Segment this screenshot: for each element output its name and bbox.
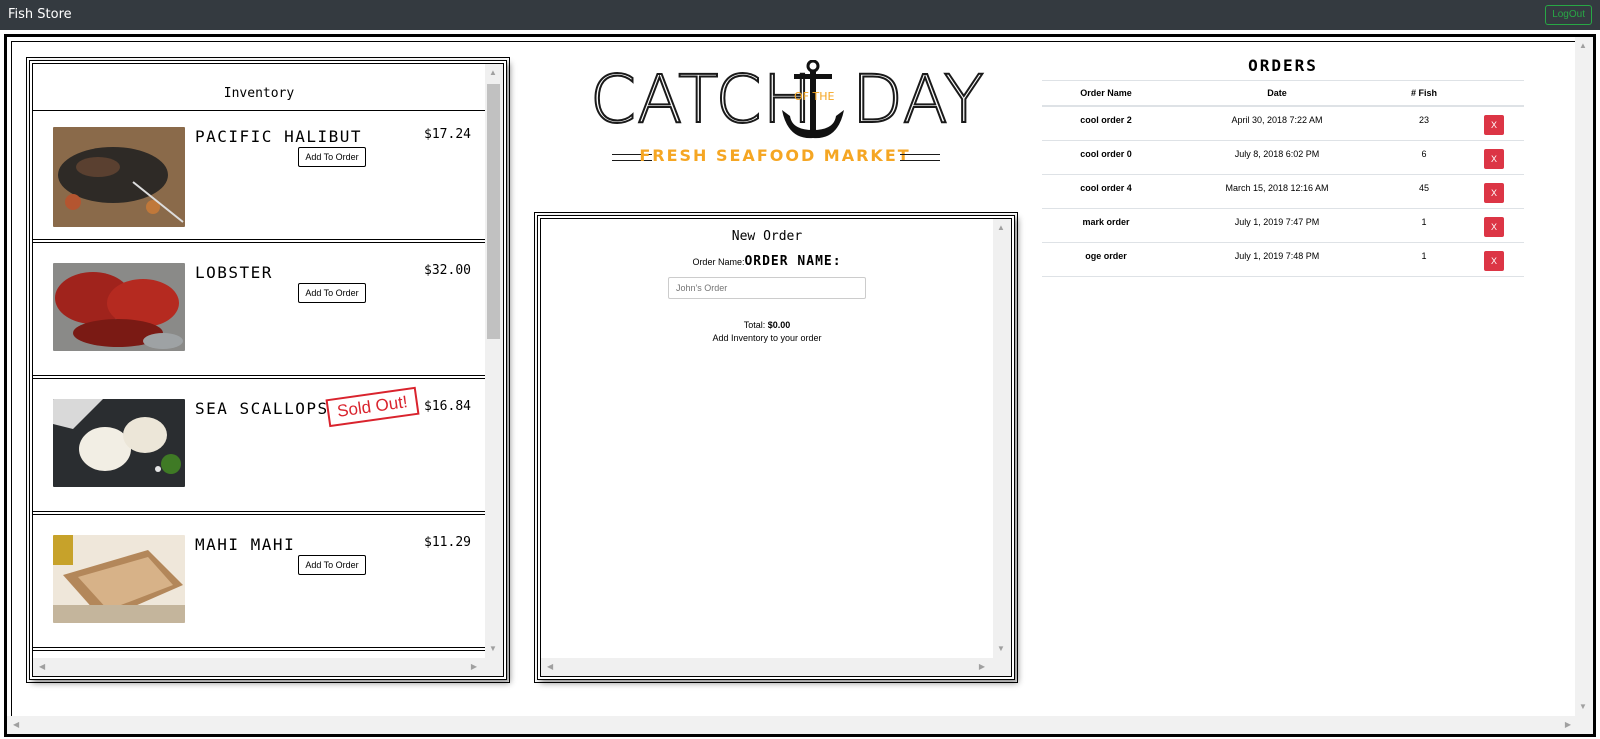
fish-price: $16.84	[424, 399, 471, 414]
fish-price: $17.24	[424, 127, 471, 142]
order-name-cell: mark order	[1042, 208, 1170, 243]
fish-price: $11.29	[424, 535, 471, 550]
scroll-down-arrow-icon[interactable]: ▼	[997, 644, 1005, 654]
order-date-cell: July 1, 2019 7:48 PM	[1170, 242, 1384, 277]
scallops-image	[53, 399, 185, 487]
logout-button[interactable]: LogOut	[1545, 5, 1592, 25]
table-row: cool order 2 April 30, 2018 7:22 AM 23 X	[1042, 106, 1524, 141]
table-row: mark order July 1, 2019 7:47 PM 1 X	[1042, 208, 1524, 243]
order-fish-cell: 23	[1384, 106, 1464, 141]
table-row: oge order July 1, 2019 7:48 PM 1 X	[1042, 242, 1524, 277]
order-name-cell: oge order	[1042, 242, 1170, 277]
table-row: cool order 4 March 15, 2018 12:16 AM 45 …	[1042, 174, 1524, 209]
order-name-label-row: Order Name:ORDER NAME:	[541, 252, 993, 270]
sold-out-badge: Sold Out!	[325, 386, 420, 428]
navbar: Fish Store LogOut	[0, 0, 1600, 30]
fish-name: Lobster	[195, 263, 273, 282]
column-date: Date	[1170, 81, 1384, 107]
order-name-label-small: Order Name:	[692, 257, 745, 267]
new-order-content: New Order Order Name:ORDER NAME: Total: …	[541, 219, 993, 658]
lobster-image	[53, 263, 185, 351]
order-name-cell: cool order 2	[1042, 106, 1170, 141]
delete-order-button[interactable]: X	[1484, 182, 1504, 203]
logo-word-day: DAY	[851, 60, 986, 139]
order-date-cell: March 15, 2018 12:16 AM	[1170, 174, 1384, 209]
order-fish-cell: 45	[1384, 174, 1464, 209]
order-action-cell: X	[1464, 140, 1524, 175]
new-order-title: New Order	[731, 229, 803, 244]
fish-item: Mahi Mahi $11.29 Add To Order	[33, 519, 485, 651]
order-date-cell: July 8, 2018 6:02 PM	[1170, 140, 1384, 175]
order-fish-cell: 6	[1384, 140, 1464, 175]
order-date-cell: April 30, 2018 7:22 AM	[1170, 106, 1384, 141]
page-vertical-scrollbar[interactable]: ▲ ▼	[1575, 37, 1593, 716]
add-to-order-button[interactable]: Add To Order	[298, 283, 366, 303]
fish-item: Lobster $32.00 Add To Order	[33, 247, 485, 379]
logo-of-the: OF THE	[794, 90, 835, 103]
orders-section: ORDERS Order Name Date # Fish cool order…	[1042, 56, 1524, 277]
order-name-label-big: ORDER NAME:	[744, 254, 842, 269]
fish-name: Pacific Halibut	[195, 127, 362, 146]
scroll-up-arrow-icon[interactable]: ▲	[489, 68, 497, 78]
delete-order-button[interactable]: X	[1484, 115, 1504, 135]
order-action-cell: X	[1464, 208, 1524, 243]
scroll-right-arrow-icon[interactable]: ▶	[1565, 720, 1571, 730]
scroll-left-arrow-icon[interactable]: ◀	[547, 662, 553, 672]
scroll-left-arrow-icon[interactable]: ◀	[39, 662, 45, 672]
inventory-panel: Inventory Pacific Halibut $17.24 Add To …	[26, 57, 510, 683]
order-empty-hint: Add Inventory to your order	[712, 333, 822, 343]
fish-name: Sea Scallops	[195, 399, 329, 418]
orders-header-row: Order Name Date # Fish	[1042, 81, 1524, 107]
order-total: Total: $0.00	[541, 320, 993, 330]
halibut-image	[53, 127, 185, 227]
order-total-label: Total:	[743, 320, 766, 330]
catch-of-the-day-logo: CATCH OF THE DAY FRESH SEAFOOD MARKET	[589, 60, 985, 170]
inventory-list: Inventory Pacific Halibut $17.24 Add To …	[33, 64, 485, 658]
scroll-up-arrow-icon[interactable]: ▲	[997, 223, 1005, 233]
order-action-cell: X	[1464, 242, 1524, 277]
order-fish-cell: 1	[1384, 242, 1464, 277]
logo-tagline: FRESH SEAFOOD MARKET	[639, 146, 911, 165]
scroll-up-arrow-icon[interactable]: ▲	[1579, 41, 1587, 51]
order-action-cell: X	[1464, 174, 1524, 209]
inventory-scroll-thumb[interactable]	[487, 84, 500, 339]
column-order-name: Order Name	[1042, 81, 1170, 107]
new-order-panel: New Order Order Name:ORDER NAME: Total: …	[534, 212, 1018, 683]
delete-order-button[interactable]: X	[1484, 216, 1504, 237]
order-horizontal-scrollbar[interactable]: ◀ ▶	[541, 658, 1011, 676]
order-name-cell: cool order 0	[1042, 140, 1170, 175]
order-date-cell: July 1, 2019 7:47 PM	[1170, 208, 1384, 243]
brand-title[interactable]: Fish Store	[8, 7, 72, 22]
add-to-order-button[interactable]: Add To Order	[298, 555, 366, 575]
scroll-left-arrow-icon[interactable]: ◀	[13, 720, 19, 730]
inventory-horizontal-scrollbar[interactable]: ◀ ▶	[33, 658, 503, 676]
order-vertical-scrollbar[interactable]: ▲ ▼	[993, 219, 1011, 658]
fish-name: Mahi Mahi	[195, 535, 296, 554]
orders-title: ORDERS	[1042, 56, 1524, 81]
add-to-order-button[interactable]: Add To Order	[298, 147, 366, 167]
column-fish-count: # Fish	[1384, 81, 1464, 107]
tagline-rule-right	[900, 154, 940, 161]
scroll-right-arrow-icon[interactable]: ▶	[979, 662, 985, 672]
scroll-down-arrow-icon[interactable]: ▼	[1579, 702, 1587, 712]
fish-price: $32.00	[424, 263, 471, 278]
fish-item: Pacific Halibut $17.24 Add To Order	[33, 111, 485, 243]
order-action-cell: X	[1464, 106, 1524, 141]
mahi-mahi-image	[53, 535, 185, 623]
fish-item: Sea Scallops $16.84 Sold Out!	[33, 383, 485, 515]
scroll-right-arrow-icon[interactable]: ▶	[471, 662, 477, 672]
table-row: cool order 0 July 8, 2018 6:02 PM 6 X	[1042, 140, 1524, 175]
order-fish-cell: 1	[1384, 208, 1464, 243]
order-name-input[interactable]	[668, 277, 866, 299]
delete-order-button[interactable]: X	[1484, 148, 1504, 169]
page-horizontal-scrollbar[interactable]: ◀ ▶	[7, 716, 1593, 734]
orders-table: Order Name Date # Fish cool order 2 Apri…	[1042, 81, 1524, 277]
delete-order-button[interactable]: X	[1484, 250, 1504, 271]
order-total-value: $0.00	[767, 320, 791, 330]
inventory-title: Inventory	[33, 64, 485, 111]
column-actions	[1464, 81, 1524, 107]
scroll-down-arrow-icon[interactable]: ▼	[489, 644, 497, 654]
inventory-vertical-scrollbar[interactable]: ▲ ▼	[485, 64, 503, 658]
order-name-cell: cool order 4	[1042, 174, 1170, 209]
